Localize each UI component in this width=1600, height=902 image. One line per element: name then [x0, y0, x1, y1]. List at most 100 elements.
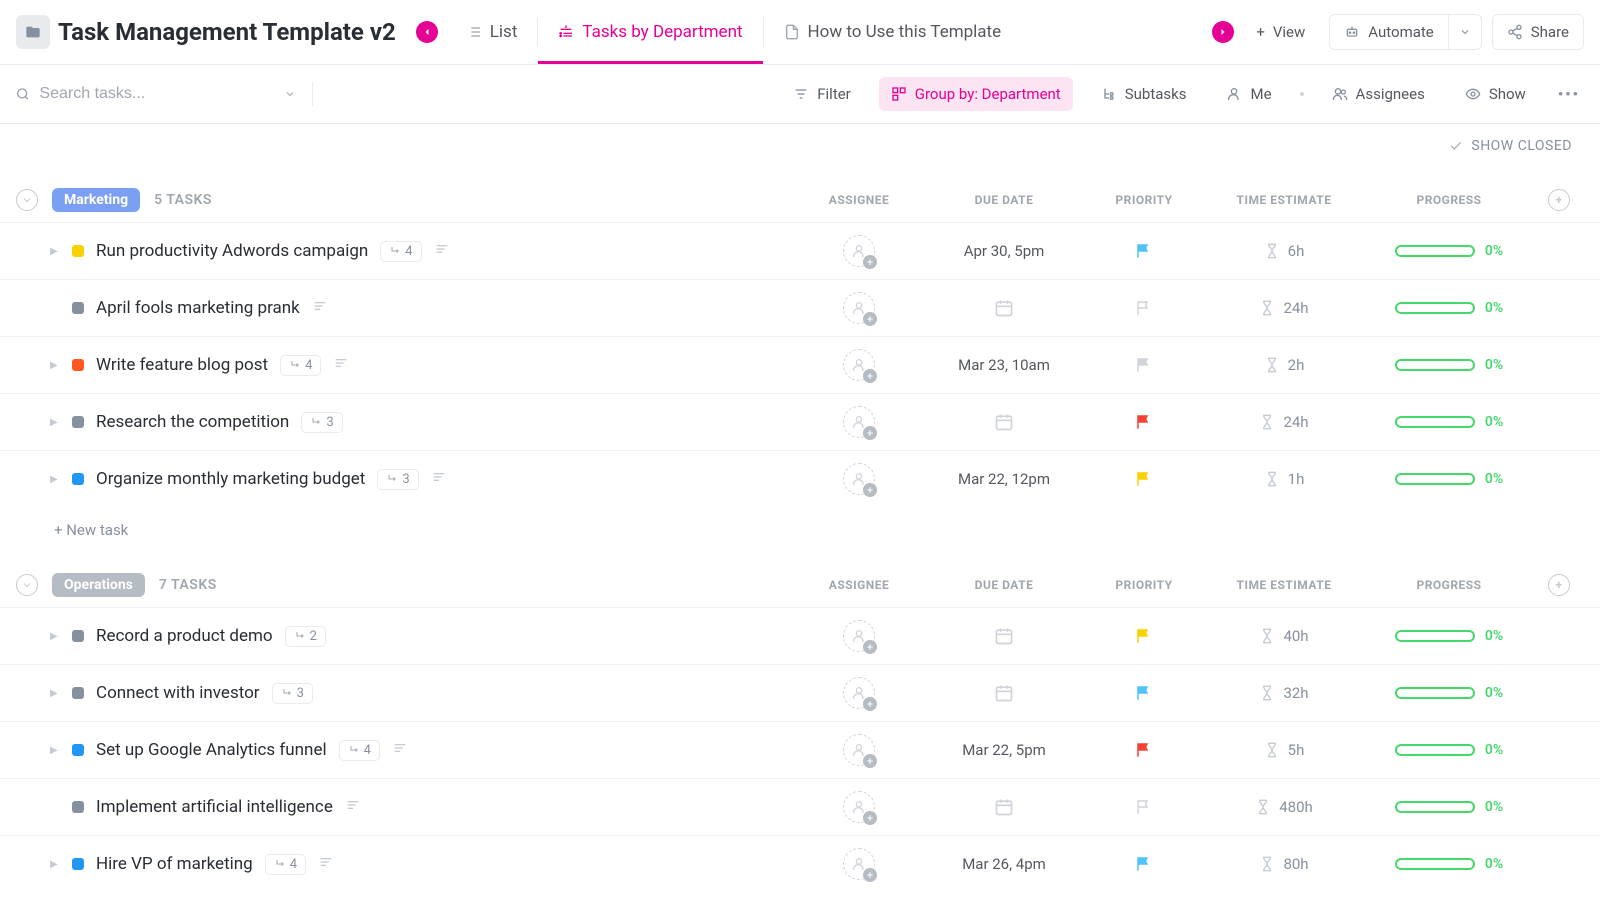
- time-estimate-text[interactable]: 2h: [1288, 356, 1305, 374]
- col-header-progress[interactable]: PROGRESS: [1364, 193, 1534, 207]
- status-square[interactable]: [72, 801, 84, 813]
- time-estimate-text[interactable]: 80h: [1283, 855, 1308, 873]
- status-square[interactable]: [72, 687, 84, 699]
- show-closed-button[interactable]: SHOW CLOSED: [1449, 138, 1572, 154]
- col-header-priority[interactable]: PRIORITY: [1084, 193, 1204, 207]
- subtask-count-badge[interactable]: 4: [380, 241, 421, 262]
- priority-flag-icon[interactable]: [1135, 627, 1153, 645]
- task-name[interactable]: Connect with investor: [96, 683, 260, 703]
- filter-button[interactable]: Filter: [781, 77, 863, 111]
- tab-how-to-use[interactable]: How to Use this Template: [764, 12, 1022, 52]
- collapse-button[interactable]: [16, 574, 38, 596]
- group-by-button[interactable]: Group by: Department: [879, 77, 1073, 111]
- col-header-due-date[interactable]: DUE DATE: [924, 578, 1084, 592]
- subtask-count-badge[interactable]: 3: [377, 469, 418, 490]
- nav-next-button[interactable]: [1212, 21, 1234, 43]
- task-row[interactable]: ▶ Set up Google Analytics funnel 4 Mar 2…: [0, 721, 1600, 778]
- tab-tasks-by-department[interactable]: Tasks by Department: [538, 12, 762, 52]
- task-row[interactable]: ▶ Research the competition 3 24: [0, 393, 1600, 450]
- expand-caret[interactable]: ▶: [50, 246, 60, 257]
- chevron-down-icon[interactable]: [284, 87, 296, 101]
- task-name[interactable]: Write feature blog post: [96, 355, 268, 375]
- time-estimate-text[interactable]: 1h: [1288, 470, 1305, 488]
- progress-bar[interactable]: [1395, 630, 1475, 642]
- assign-user-button[interactable]: [843, 349, 875, 381]
- time-estimate-text[interactable]: 40h: [1283, 627, 1308, 645]
- time-estimate-text[interactable]: 6h: [1288, 242, 1305, 260]
- automate-dropdown-button[interactable]: [1448, 14, 1482, 50]
- col-header-due-date[interactable]: DUE DATE: [924, 193, 1084, 207]
- more-button[interactable]: •••: [1554, 77, 1584, 111]
- task-name[interactable]: Research the competition: [96, 412, 289, 432]
- subtask-count-badge[interactable]: 4: [280, 355, 321, 376]
- priority-flag-icon[interactable]: [1135, 470, 1153, 488]
- progress-bar[interactable]: [1395, 245, 1475, 257]
- task-name[interactable]: Implement artificial intelligence: [96, 797, 333, 817]
- me-button[interactable]: Me: [1214, 77, 1283, 111]
- priority-flag-icon[interactable]: [1135, 684, 1153, 702]
- col-header-time-estimate[interactable]: TIME ESTIMATE: [1204, 193, 1364, 207]
- progress-bar[interactable]: [1395, 801, 1475, 813]
- description-icon[interactable]: [333, 355, 349, 375]
- assignees-button[interactable]: Assignees: [1320, 77, 1437, 111]
- expand-caret[interactable]: ▶: [50, 745, 60, 756]
- task-row[interactable]: ▶ Record a product demo 2 40h: [0, 607, 1600, 664]
- group-name-badge[interactable]: Operations: [52, 573, 145, 597]
- progress-bar[interactable]: [1395, 416, 1475, 428]
- description-icon[interactable]: [431, 469, 447, 489]
- priority-flag-icon[interactable]: [1135, 413, 1153, 431]
- status-square[interactable]: [72, 245, 84, 257]
- status-square[interactable]: [72, 473, 84, 485]
- progress-bar[interactable]: [1395, 302, 1475, 314]
- priority-flag-icon[interactable]: [1135, 855, 1153, 873]
- col-header-progress[interactable]: PROGRESS: [1364, 578, 1534, 592]
- assign-user-button[interactable]: [843, 620, 875, 652]
- group-name-badge[interactable]: Marketing: [52, 188, 140, 212]
- status-square[interactable]: [72, 302, 84, 314]
- calendar-icon[interactable]: [994, 626, 1014, 646]
- priority-flag-icon[interactable]: [1135, 356, 1153, 374]
- col-header-assignee[interactable]: ASSIGNEE: [794, 578, 924, 592]
- priority-flag-icon[interactable]: [1135, 299, 1153, 317]
- tab-list[interactable]: List: [446, 12, 538, 52]
- automate-button[interactable]: Automate: [1329, 14, 1447, 50]
- task-name[interactable]: Set up Google Analytics funnel: [96, 740, 327, 760]
- description-icon[interactable]: [312, 298, 328, 318]
- calendar-icon[interactable]: [994, 797, 1014, 817]
- search-box[interactable]: [16, 85, 296, 103]
- task-row[interactable]: ▶ Run productivity Adwords campaign 4 Ap…: [0, 222, 1600, 279]
- collapse-button[interactable]: [16, 189, 38, 211]
- subtask-count-badge[interactable]: 2: [285, 626, 326, 647]
- time-estimate-text[interactable]: 480h: [1279, 798, 1313, 816]
- priority-flag-icon[interactable]: [1135, 798, 1153, 816]
- col-header-assignee[interactable]: ASSIGNEE: [794, 193, 924, 207]
- assign-user-button[interactable]: [843, 848, 875, 880]
- expand-caret[interactable]: ▶: [50, 688, 60, 699]
- subtask-count-badge[interactable]: 3: [301, 412, 342, 433]
- expand-caret[interactable]: ▶: [50, 474, 60, 485]
- search-input[interactable]: [39, 85, 274, 103]
- expand-caret[interactable]: ▶: [50, 360, 60, 371]
- show-button[interactable]: Show: [1453, 77, 1538, 111]
- priority-flag-icon[interactable]: [1135, 741, 1153, 759]
- progress-bar[interactable]: [1395, 359, 1475, 371]
- subtask-count-badge[interactable]: 4: [339, 740, 380, 761]
- task-name[interactable]: April fools marketing prank: [96, 298, 300, 318]
- status-square[interactable]: [72, 630, 84, 642]
- task-row[interactable]: ▶ Write feature blog post 4 Mar 23, 10am: [0, 336, 1600, 393]
- folder-icon[interactable]: [16, 15, 50, 49]
- task-row[interactable]: ▶ Connect with investor 3 32h: [0, 664, 1600, 721]
- add-column-button[interactable]: +: [1548, 189, 1570, 211]
- expand-caret[interactable]: ▶: [50, 631, 60, 642]
- task-row[interactable]: ▶ Hire VP of marketing 4 Mar 26, 4pm: [0, 835, 1600, 892]
- task-name[interactable]: Run productivity Adwords campaign: [96, 241, 368, 261]
- calendar-icon[interactable]: [994, 412, 1014, 432]
- assign-user-button[interactable]: [843, 463, 875, 495]
- subtask-count-badge[interactable]: 3: [272, 683, 313, 704]
- calendar-icon[interactable]: [994, 298, 1014, 318]
- assign-user-button[interactable]: [843, 677, 875, 709]
- progress-bar[interactable]: [1395, 858, 1475, 870]
- description-icon[interactable]: [345, 797, 361, 817]
- add-column-button[interactable]: +: [1548, 574, 1570, 596]
- description-icon[interactable]: [434, 241, 450, 261]
